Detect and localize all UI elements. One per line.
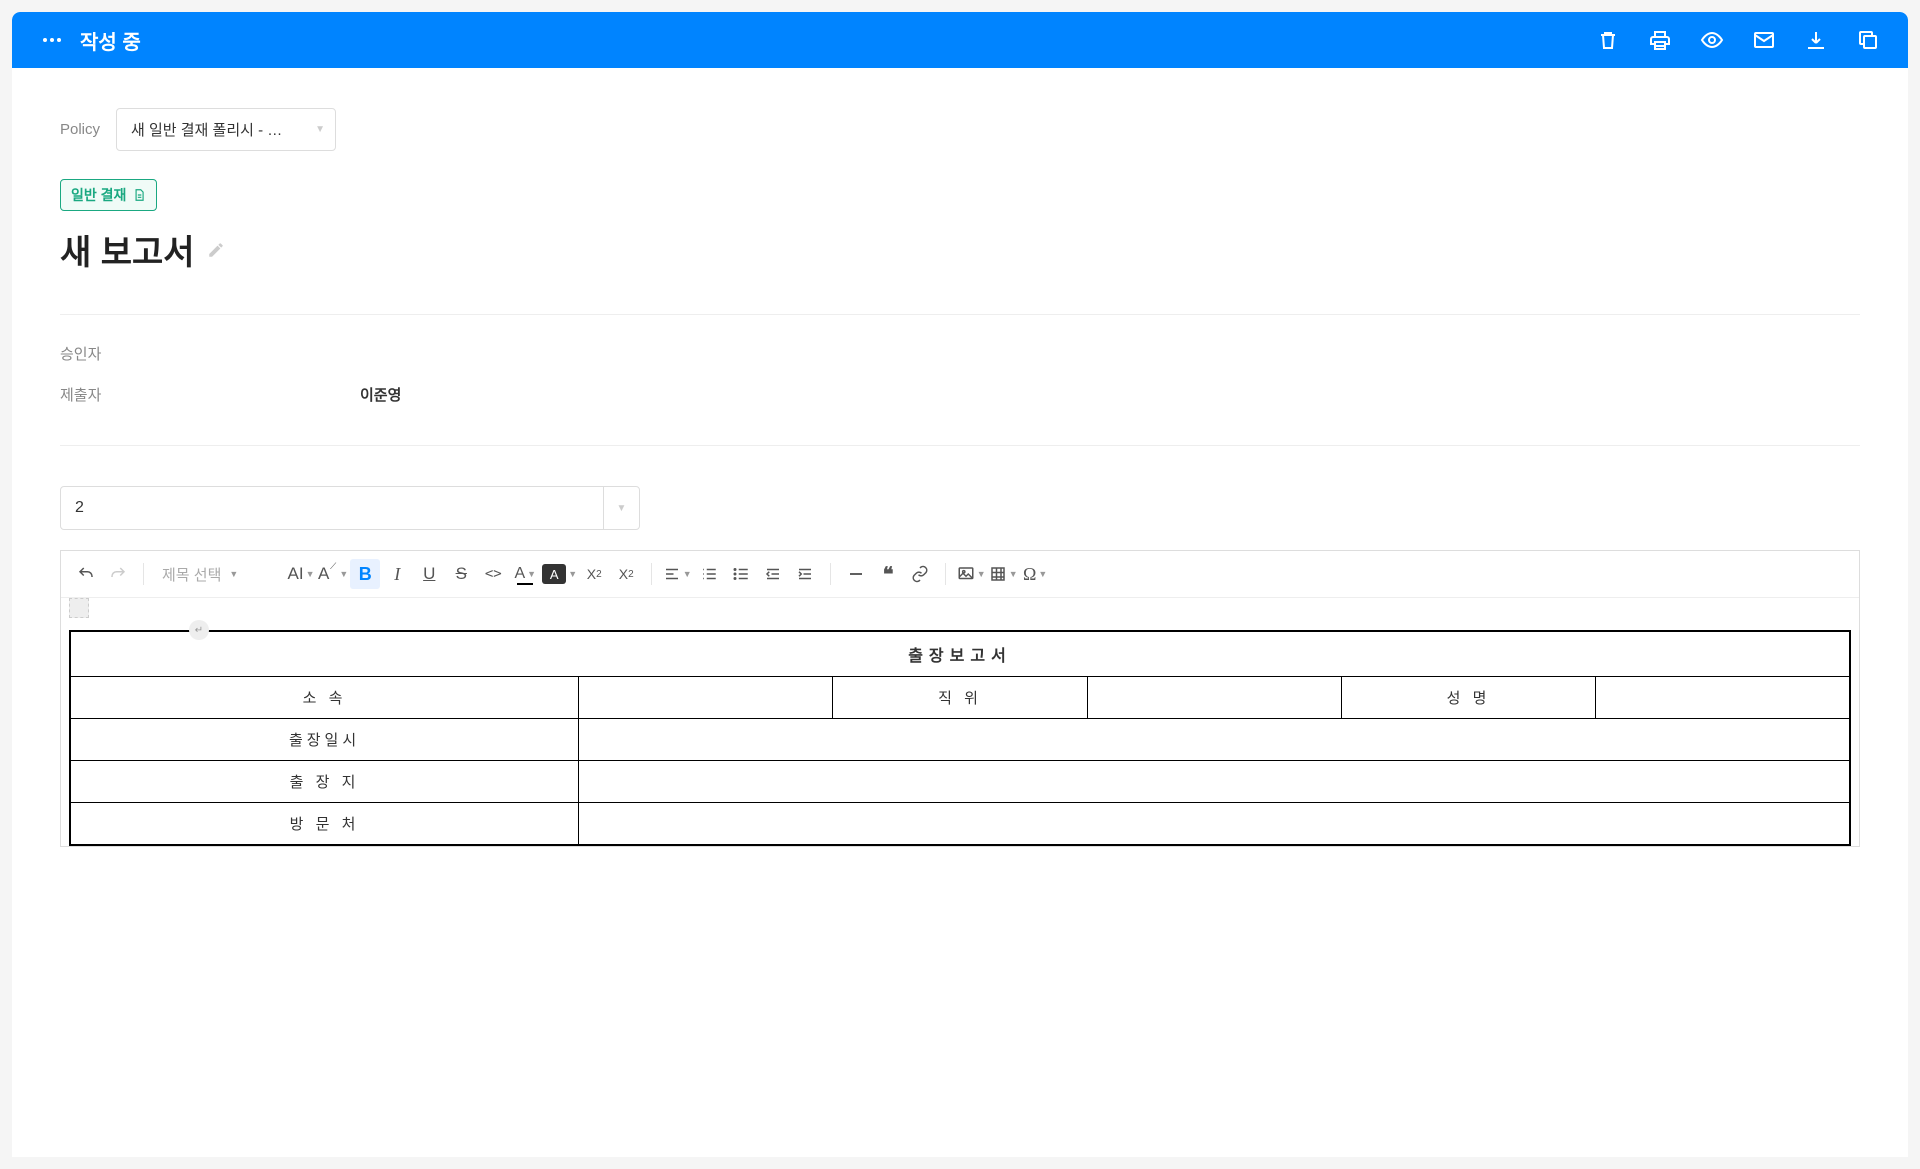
delete-icon[interactable] — [1596, 28, 1620, 52]
position-value-cell[interactable] — [1087, 677, 1341, 719]
underline-button[interactable]: U — [414, 559, 444, 589]
chevron-down-icon: ▼ — [306, 569, 315, 579]
bg-color-button[interactable]: A ▼ — [542, 559, 577, 589]
print-icon[interactable] — [1648, 28, 1672, 52]
policy-label: Policy — [60, 121, 100, 138]
dept-label-cell[interactable]: 소 속 — [70, 677, 579, 719]
destination-value-cell[interactable] — [579, 761, 1850, 803]
column-handle[interactable]: ↵ — [189, 620, 209, 640]
report-table[interactable]: 출장보고서 소 속 직 위 성 명 출장일시 — [69, 630, 1851, 846]
submitter-value: 이준영 — [360, 384, 401, 405]
editor: 제목 선택 ▼ AI▼ A⟋ ▼ B I U S — [60, 550, 1860, 847]
image-button[interactable]: ▼ — [956, 559, 986, 589]
visit-label-cell[interactable]: 방 문 처 — [70, 803, 579, 846]
chevron-down-icon: ▼ — [683, 569, 692, 579]
quote-button[interactable]: ❝ — [873, 559, 903, 589]
visit-value-cell[interactable] — [579, 803, 1850, 846]
approval-badge: 일반 결재 — [60, 179, 157, 211]
template-selected: 2 — [75, 499, 84, 517]
date-label-cell[interactable]: 출장일시 — [70, 719, 579, 761]
document-icon — [132, 188, 146, 202]
subscript-button[interactable]: X2 — [611, 559, 641, 589]
position-label-cell[interactable]: 직 위 — [833, 677, 1087, 719]
align-button[interactable]: ▼ — [662, 559, 692, 589]
outdent-button[interactable] — [758, 559, 788, 589]
toolbar-separator — [651, 563, 652, 585]
link-button[interactable] — [905, 559, 935, 589]
copy-icon[interactable] — [1856, 28, 1880, 52]
editor-toolbar: 제목 선택 ▼ AI▼ A⟋ ▼ B I U S — [61, 551, 1859, 598]
chevron-down-icon: ▼ — [527, 569, 536, 579]
policy-selected: 새 일반 결재 폴리시 - … — [131, 119, 282, 140]
chevron-down-icon: ▼ — [1009, 569, 1018, 579]
approver-label: 승인자 — [60, 343, 360, 364]
chevron-down-icon: ▼ — [977, 569, 986, 579]
font-size-button[interactable]: AI▼ — [286, 559, 316, 589]
chevron-down-icon: ▼ — [603, 487, 639, 529]
destination-label-cell[interactable]: 출 장 지 — [70, 761, 579, 803]
divider — [60, 445, 1860, 446]
bold-button[interactable]: B — [350, 559, 380, 589]
table-row[interactable]: 소 속 직 위 성 명 — [70, 677, 1850, 719]
code-button[interactable]: <> — [478, 559, 508, 589]
table-row[interactable]: 출 장 지 — [70, 761, 1850, 803]
undo-button[interactable] — [71, 559, 101, 589]
chevron-down-icon: ▼ — [339, 569, 348, 579]
mail-icon[interactable] — [1752, 28, 1776, 52]
header-status: 작성 중 — [80, 26, 141, 55]
name-label-cell[interactable]: 성 명 — [1341, 677, 1595, 719]
chevron-down-icon: ▼ — [315, 124, 325, 135]
toolbar-separator — [945, 563, 946, 585]
toolbar-separator — [143, 563, 144, 585]
divider — [60, 314, 1860, 315]
font-style-button[interactable]: A⟋ ▼ — [318, 559, 348, 589]
ordered-list-button[interactable] — [694, 559, 724, 589]
chevron-down-icon: ▼ — [568, 569, 577, 579]
date-value-cell[interactable] — [579, 719, 1850, 761]
heading-select[interactable]: 제목 선택 ▼ — [154, 559, 284, 589]
document-title: 새 보고서 — [60, 225, 195, 274]
download-icon[interactable] — [1804, 28, 1828, 52]
strikethrough-button[interactable]: S — [446, 559, 476, 589]
superscript-button[interactable]: X2 — [579, 559, 609, 589]
name-value-cell[interactable] — [1596, 677, 1850, 719]
more-icon[interactable] — [40, 28, 64, 52]
heading-placeholder: 제목 선택 — [162, 564, 221, 585]
editor-body[interactable]: ↵ 출장보고서 소 속 직 위 성 명 출장일시 — [61, 598, 1859, 846]
table-title-cell[interactable]: 출장보고서 — [70, 631, 1850, 677]
dept-value-cell[interactable] — [579, 677, 833, 719]
approval-badge-label: 일반 결재 — [71, 185, 126, 205]
unordered-list-button[interactable] — [726, 559, 756, 589]
header-bar: 작성 중 — [12, 12, 1908, 68]
preview-icon[interactable] — [1700, 28, 1724, 52]
submitter-label: 제출자 — [60, 384, 360, 405]
table-row[interactable]: 방 문 처 — [70, 803, 1850, 846]
table-row[interactable]: 출장일시 — [70, 719, 1850, 761]
font-color-button[interactable]: A ▼ — [510, 559, 540, 589]
toolbar-separator — [830, 563, 831, 585]
chevron-down-icon: ▼ — [1038, 569, 1047, 579]
horizontal-rule-button[interactable] — [841, 559, 871, 589]
special-char-button[interactable]: Ω▼ — [1020, 559, 1050, 589]
policy-select[interactable]: 새 일반 결재 폴리시 - … ▼ — [116, 108, 336, 151]
edit-title-icon[interactable] — [207, 241, 225, 259]
template-select[interactable]: 2 ▼ — [60, 486, 640, 530]
indent-button[interactable] — [790, 559, 820, 589]
redo-button[interactable] — [103, 559, 133, 589]
table-drag-handle[interactable] — [69, 598, 89, 618]
chevron-down-icon: ▼ — [229, 569, 238, 579]
italic-button[interactable]: I — [382, 559, 412, 589]
table-button[interactable]: ▼ — [988, 559, 1018, 589]
